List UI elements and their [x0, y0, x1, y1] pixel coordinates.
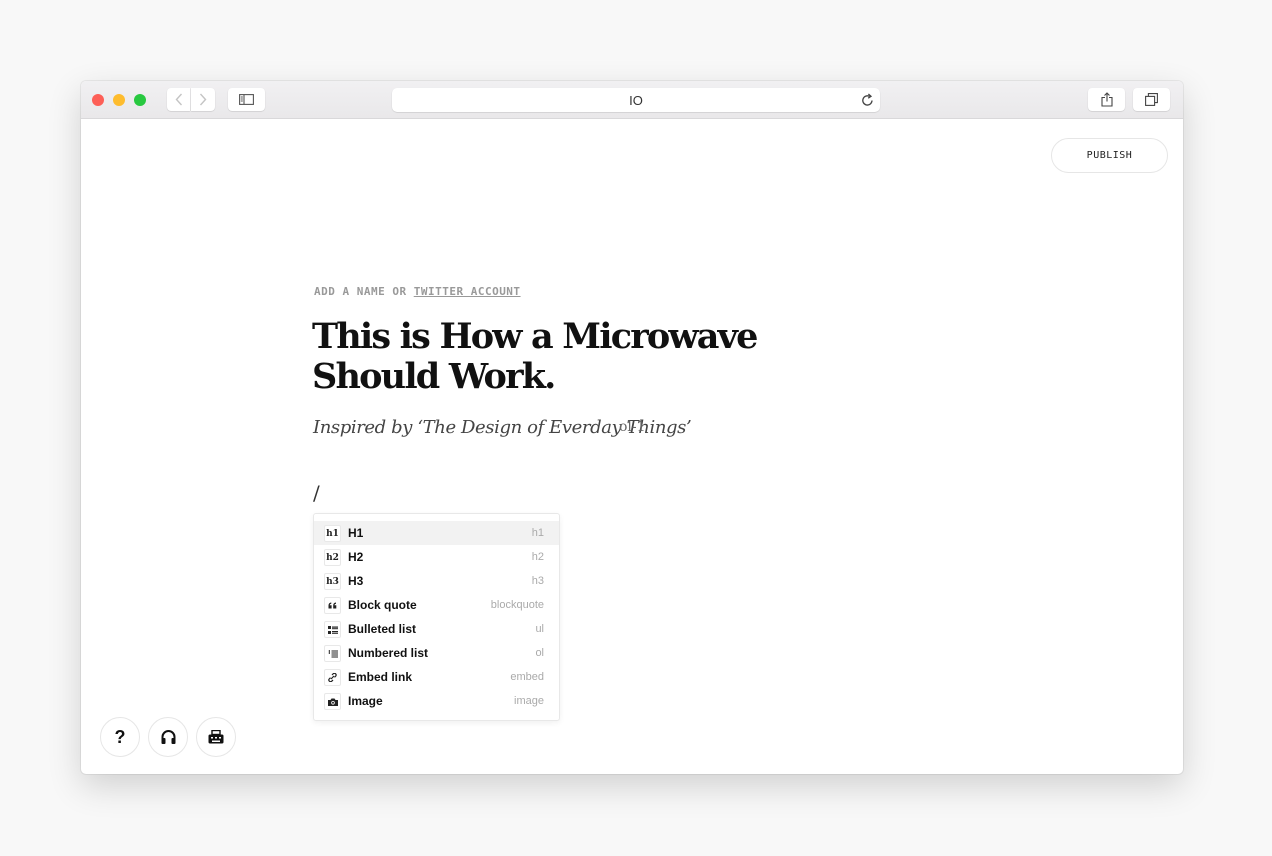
menu-item-hint: h2: [531, 551, 544, 563]
numbered-list-icon: [324, 645, 341, 662]
slash-command-input[interactable]: /: [313, 481, 320, 505]
address-bar[interactable]: IO: [392, 88, 880, 112]
menu-item-blockquote[interactable]: Block quote blockquote: [314, 593, 559, 617]
share-button[interactable]: [1088, 88, 1125, 111]
chevron-right-icon: [199, 93, 207, 106]
menu-item-label: Block quote: [348, 598, 417, 612]
address-text: IO: [629, 92, 643, 108]
menu-item-embed-link[interactable]: Embed link embed: [314, 665, 559, 689]
heading-3-icon: h3: [324, 573, 341, 590]
twitter-account-link[interactable]: TWITTER ACCOUNT: [414, 285, 521, 298]
menu-item-hint: h3: [531, 575, 544, 587]
tabs-icon: [1145, 93, 1158, 106]
heading-2-icon: h2: [324, 549, 341, 566]
menu-item-label: H1: [348, 526, 364, 540]
menu-item-label: Numbered list: [348, 646, 429, 660]
share-icon: [1100, 92, 1113, 107]
menu-item-hint: blockquote: [490, 599, 544, 611]
sidebar-icon: [239, 94, 254, 105]
menu-item-hint: image: [514, 695, 544, 707]
tab-overview-button[interactable]: [1133, 88, 1170, 111]
back-button[interactable]: [167, 88, 190, 111]
close-window-button[interactable]: [92, 94, 104, 106]
author-prefix: ADD A NAME OR: [314, 285, 414, 298]
menu-item-image[interactable]: Image image: [314, 689, 559, 713]
forward-button[interactable]: [191, 88, 215, 111]
menu-item-h2[interactable]: h2 H2 h2: [314, 545, 559, 569]
reload-icon[interactable]: [861, 93, 874, 110]
minimize-window-button[interactable]: [113, 94, 125, 106]
menu-item-label: Image: [348, 694, 383, 708]
menu-item-label: Embed link: [348, 670, 413, 684]
author-field[interactable]: ADD A NAME OR TWITTER ACCOUNT: [314, 285, 521, 298]
menu-item-h3[interactable]: h3 H3 h3: [314, 569, 559, 593]
menu-item-hint: ol: [535, 647, 544, 659]
browser-toolbar: IO: [81, 81, 1183, 119]
publish-button[interactable]: PUBLISH: [1051, 138, 1168, 173]
menu-item-h1[interactable]: h1 H1 h1: [314, 521, 559, 545]
menu-item-hint: embed: [510, 671, 544, 683]
help-button[interactable]: ?: [100, 717, 140, 757]
menu-item-hint: h1: [531, 527, 544, 539]
post-title[interactable]: This is How a Microwave Should Work.: [312, 317, 892, 397]
menu-item-bulleted-list[interactable]: Bulleted list ul: [314, 617, 559, 641]
heading-1-icon: h1: [324, 525, 341, 542]
menu-item-label: H3: [348, 574, 364, 588]
slash-command-menu: h1 H1 h1 h2 H2 h2 h3 H3 h3 Block quote b…: [313, 513, 560, 721]
link-icon: [324, 669, 341, 686]
menu-item-label: H2: [348, 550, 364, 564]
quote-icon: [324, 597, 341, 614]
bullet-list-icon: [324, 621, 341, 638]
sidebar-toggle-button[interactable]: [228, 88, 265, 111]
menu-item-hint: ul: [535, 623, 544, 635]
audio-button[interactable]: [148, 717, 188, 757]
menu-item-numbered-list[interactable]: Numbered list ol: [314, 641, 559, 665]
typewriter-icon: [208, 730, 224, 744]
typewriter-button[interactable]: [196, 717, 236, 757]
camera-icon: [324, 693, 341, 710]
zoom-window-button[interactable]: [134, 94, 146, 106]
help-icon: ?: [114, 726, 126, 747]
menu-item-label: Bulleted list: [348, 622, 417, 636]
chevron-left-icon: [175, 93, 182, 106]
overlay-text: ol-1: [619, 419, 646, 435]
browser-window: IO PUBLISH ADD A NAME OR TWITTER ACCOUNT…: [81, 81, 1183, 774]
headphones-icon: [161, 730, 175, 744]
